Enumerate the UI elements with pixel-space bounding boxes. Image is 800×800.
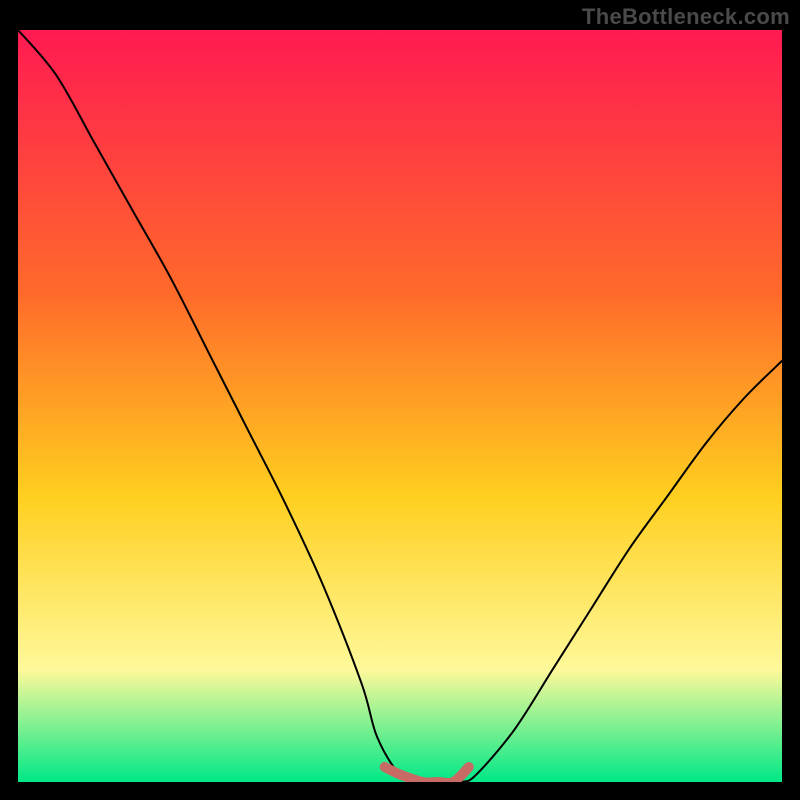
bottleneck-chart-svg xyxy=(18,30,782,782)
watermark-text: TheBottleneck.com xyxy=(582,4,790,30)
plot-area xyxy=(18,30,782,782)
gradient-background xyxy=(18,30,782,782)
chart-frame: TheBottleneck.com xyxy=(0,0,800,800)
